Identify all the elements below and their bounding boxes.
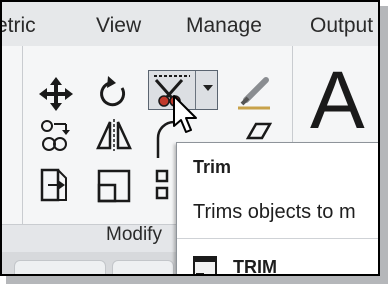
scale-icon[interactable]: [96, 168, 132, 204]
tab-output[interactable]: Output: [310, 14, 373, 38]
chevron-down-icon[interactable]: [203, 85, 213, 91]
tab-view[interactable]: View: [96, 14, 141, 38]
tooltip-divider: [177, 238, 378, 239]
stretch-icon[interactable]: [242, 120, 272, 142]
mouse-cursor-icon: [173, 95, 197, 133]
tooltip-description: Trims objects to m: [193, 201, 356, 223]
stretch-box-icon[interactable]: [38, 168, 74, 204]
ribbon-tab-bar: etric View Manage Output: [2, 2, 378, 47]
frame-shadow: [6, 276, 388, 284]
rotate-icon[interactable]: [96, 74, 132, 112]
mirror-icon[interactable]: [96, 118, 132, 152]
text-tool-icon[interactable]: A: [310, 60, 365, 142]
trim-tooltip: Trim Trims objects to m TRIM: [176, 142, 378, 276]
copy-icon[interactable]: [38, 118, 74, 154]
document-tab[interactable]: [14, 260, 106, 274]
autocad-ribbon-screenshot: etric View Manage Output: [0, 0, 380, 276]
command-line-icon: [193, 256, 217, 274]
tab-manage[interactable]: Manage: [186, 14, 262, 38]
erase-icon[interactable]: [234, 76, 274, 112]
panel-title[interactable]: Modify: [106, 224, 162, 246]
tooltip-title: Trim: [193, 157, 232, 177]
document-tab[interactable]: [112, 260, 174, 274]
move-icon[interactable]: [38, 76, 74, 112]
tab-parametric[interactable]: etric: [2, 14, 36, 38]
frame-shadow: [380, 6, 388, 282]
tooltip-command-name: TRIM: [233, 257, 277, 276]
array-icon[interactable]: [154, 168, 174, 204]
